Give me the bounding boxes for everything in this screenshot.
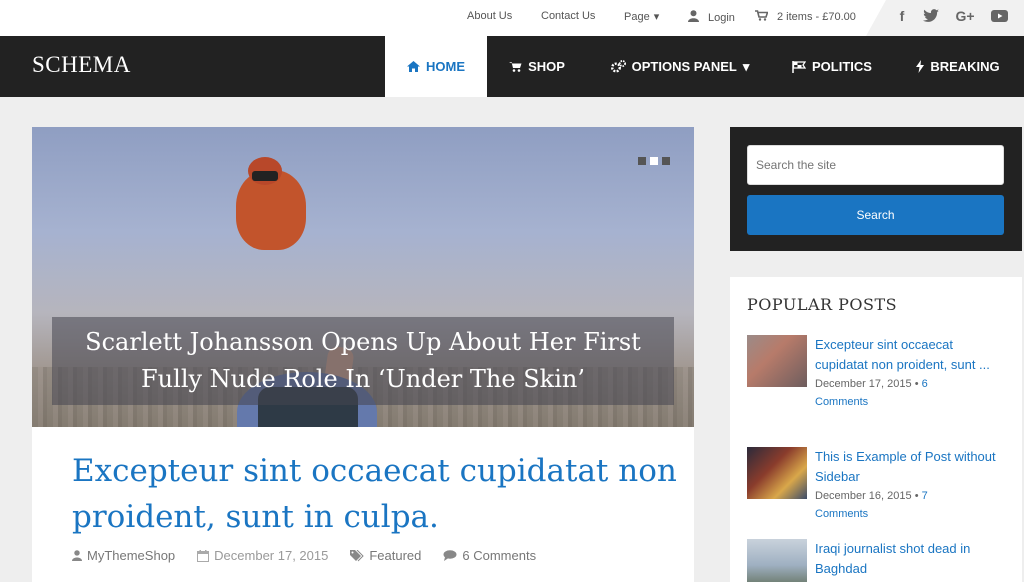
youtube-icon[interactable]	[990, 7, 1008, 25]
slider-dot-active[interactable]	[650, 157, 658, 165]
popular-posts-widget	[730, 277, 1022, 582]
calendar-icon	[197, 549, 210, 562]
post-thumbnail[interactable]	[747, 539, 807, 582]
nav-item-breaking[interactable]: BREAKING	[906, 36, 1010, 97]
comments-icon	[443, 550, 457, 561]
about-us-link[interactable]: About Us	[467, 10, 512, 22]
nav-item-home[interactable]: HOME	[385, 36, 487, 97]
site-logo[interactable]: SCHEMA	[32, 52, 131, 78]
login-label: Login	[708, 11, 735, 24]
popular-post-title[interactable]: Excepteur sint occaecat cupidatat non pr…	[815, 337, 990, 372]
nav-label-breaking: BREAKING	[930, 59, 1000, 74]
popular-post-comments-link[interactable]: Comments	[815, 396, 868, 408]
post-date: December 17, 2015	[197, 548, 328, 563]
popular-post-comment-count[interactable]: 7	[922, 490, 928, 502]
post-author[interactable]: MyThemeShop	[72, 548, 175, 563]
hero-figure-hairclip	[252, 171, 278, 181]
user-icon	[688, 10, 699, 25]
popular-post-title[interactable]: This is Example of Post without Sidebar	[815, 449, 996, 484]
post-thumbnail[interactable]	[747, 447, 807, 499]
post-category-name: Featured	[369, 548, 422, 563]
nav-label-home: HOME	[426, 59, 465, 74]
popular-post-comment-count[interactable]: 6	[922, 378, 928, 390]
popular-post-meta: December 16, 2015 • 7 Comments	[815, 490, 928, 520]
nav-label-options-panel: OPTIONS PANEL	[631, 59, 737, 74]
slider-caption[interactable]: Scarlett Johansson Opens Up About Her Fi…	[52, 317, 674, 405]
nav-item-shop[interactable]: SHOP	[495, 36, 579, 97]
popular-posts-title: POPULAR POSTS	[747, 295, 898, 314]
caret-down-icon: ▾	[653, 11, 660, 23]
post-title[interactable]: Excepteur sint occaecat cupidatat non pr…	[72, 448, 682, 540]
page-menu-label: Page	[624, 10, 650, 23]
popular-post-date: December 17, 2015	[815, 378, 912, 390]
page-menu-link[interactable]: Page ▾	[624, 10, 660, 24]
search-button[interactable]: Search	[747, 195, 1004, 235]
cart-summary: 2 items - £70.00	[777, 11, 856, 23]
cart-icon	[509, 61, 522, 72]
home-icon	[407, 61, 420, 72]
login-link[interactable]: Login	[688, 10, 735, 25]
contact-us-link[interactable]: Contact Us	[541, 10, 595, 22]
popular-post-meta: December 17, 2015 • 6 Comments	[815, 378, 928, 408]
nav-label-politics: POLITICS	[812, 59, 872, 74]
popular-post-comments-link[interactable]: Comments	[815, 508, 868, 520]
twitter-icon[interactable]	[922, 7, 940, 25]
post-meta: MyThemeShop December 17, 2015 Featured 6…	[72, 548, 536, 563]
nav-item-options-panel[interactable]: OPTIONS PANEL ▾	[600, 36, 760, 97]
slider-dot[interactable]	[662, 157, 670, 165]
flag-icon	[792, 60, 807, 73]
cart-icon	[755, 10, 769, 24]
post-category[interactable]: Featured	[350, 548, 421, 563]
post-comments-count: 6 Comments	[462, 548, 537, 563]
popular-post-title[interactable]: Iraqi journalist shot dead in Baghdad	[815, 541, 970, 576]
nav-item-politics[interactable]: POLITICS	[782, 36, 882, 97]
tags-icon	[350, 549, 365, 562]
caret-down-icon: ▾	[742, 58, 750, 74]
popular-post-date: December 16, 2015	[815, 490, 912, 502]
post-comments[interactable]: 6 Comments	[443, 548, 536, 563]
gears-icon	[610, 60, 626, 73]
facebook-icon[interactable]: f	[893, 7, 911, 25]
cart-link[interactable]: 2 items - £70.00	[755, 10, 856, 24]
bolt-icon	[916, 60, 925, 73]
nav-label-shop: SHOP	[528, 59, 565, 74]
slider-dot[interactable]	[638, 157, 646, 165]
google-plus-icon[interactable]: G+	[954, 7, 976, 25]
post-thumbnail[interactable]	[747, 335, 807, 387]
user-icon	[72, 550, 82, 561]
post-author-name: MyThemeShop	[87, 548, 176, 563]
search-input[interactable]	[747, 145, 1004, 185]
slider-pagination	[638, 157, 670, 165]
post-date-text: December 17, 2015	[214, 548, 329, 563]
